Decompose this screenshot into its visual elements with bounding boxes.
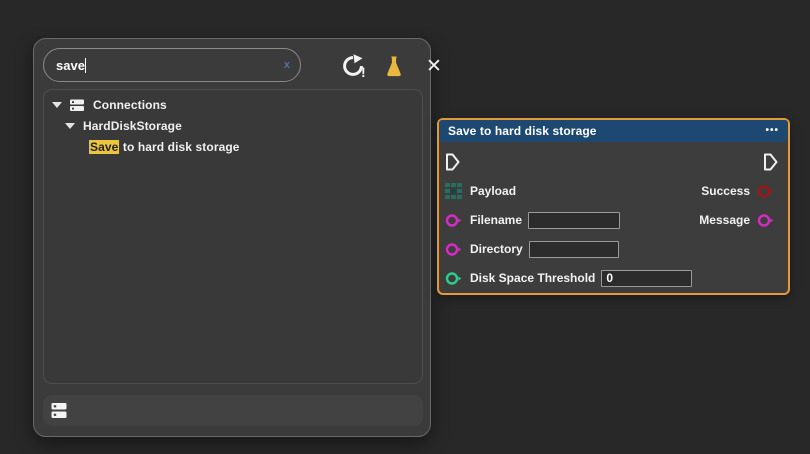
search-input[interactable]: save x [43,48,301,82]
server-icon [70,99,84,112]
tree-item-label: Connections [93,98,167,112]
node-save-to-hard-disk-storage[interactable]: Save to hard disk storage ••• Payload Fi… [437,118,790,295]
more-options-icon[interactable]: ••• [765,126,779,136]
filename-field[interactable] [528,212,620,229]
tree-item-connections[interactable]: Connections [44,95,422,115]
search-results-tree: Connections HardDiskStorage Save to hard… [43,89,423,384]
close-panel-icon[interactable]: ✕ [420,52,448,80]
success-pin-icon[interactable] [757,183,774,200]
search-input-value: save [56,58,85,73]
input-row-directory: Directory [445,239,619,259]
node-search-panel: save x ! ✕ Connections H [33,38,431,437]
tree-item-label: to hard disk storage [119,140,239,154]
disk-space-threshold-field[interactable] [601,270,692,287]
pin-label: Payload [470,184,516,198]
search-match-highlight: Save [89,140,119,154]
output-row-message: Message [693,210,774,230]
payload-pin-icon[interactable] [445,183,462,200]
input-row-filename: Filename [445,210,620,230]
pin-label: Success [701,184,750,198]
input-row-disk-space-threshold: Disk Space Threshold [445,268,692,288]
input-row-payload: Payload [445,181,522,201]
tree-item-label: HardDiskStorage [83,119,182,133]
panel-footer-bar[interactable] [43,395,423,426]
pin-label: Filename [470,213,522,227]
message-pin-icon[interactable] [757,212,774,229]
chevron-down-icon[interactable] [65,123,75,129]
node-title-bar[interactable]: Save to hard disk storage ••• [439,120,788,142]
clear-search-icon[interactable]: x [284,60,290,71]
tree-item-save-to-hard-disk-storage[interactable]: Save to hard disk storage [44,137,422,157]
refresh-alert-icon[interactable]: ! [339,52,367,80]
exec-input-pin[interactable] [444,152,461,172]
pin-label: Message [699,213,750,227]
close-glyph: ✕ [426,55,442,78]
pin-label: Disk Space Threshold [470,271,595,285]
directory-pin-icon[interactable] [445,241,462,258]
exec-pin-icon [762,152,779,172]
directory-field[interactable] [529,241,619,258]
threshold-pin-icon[interactable] [445,270,462,287]
chevron-down-icon[interactable] [52,102,62,108]
exec-output-pin[interactable] [762,152,779,172]
pin-label: Directory [470,242,523,256]
filter-flask-icon[interactable] [381,54,407,79]
node-title: Save to hard disk storage [448,124,597,138]
exec-pin-icon [444,152,461,172]
text-caret [85,58,87,73]
tree-item-harddiskstorage[interactable]: HardDiskStorage [44,116,422,136]
svg-text:!: ! [361,64,366,79]
output-row-success: Success [695,181,774,201]
filename-pin-icon[interactable] [445,212,462,229]
server-icon [51,402,67,419]
